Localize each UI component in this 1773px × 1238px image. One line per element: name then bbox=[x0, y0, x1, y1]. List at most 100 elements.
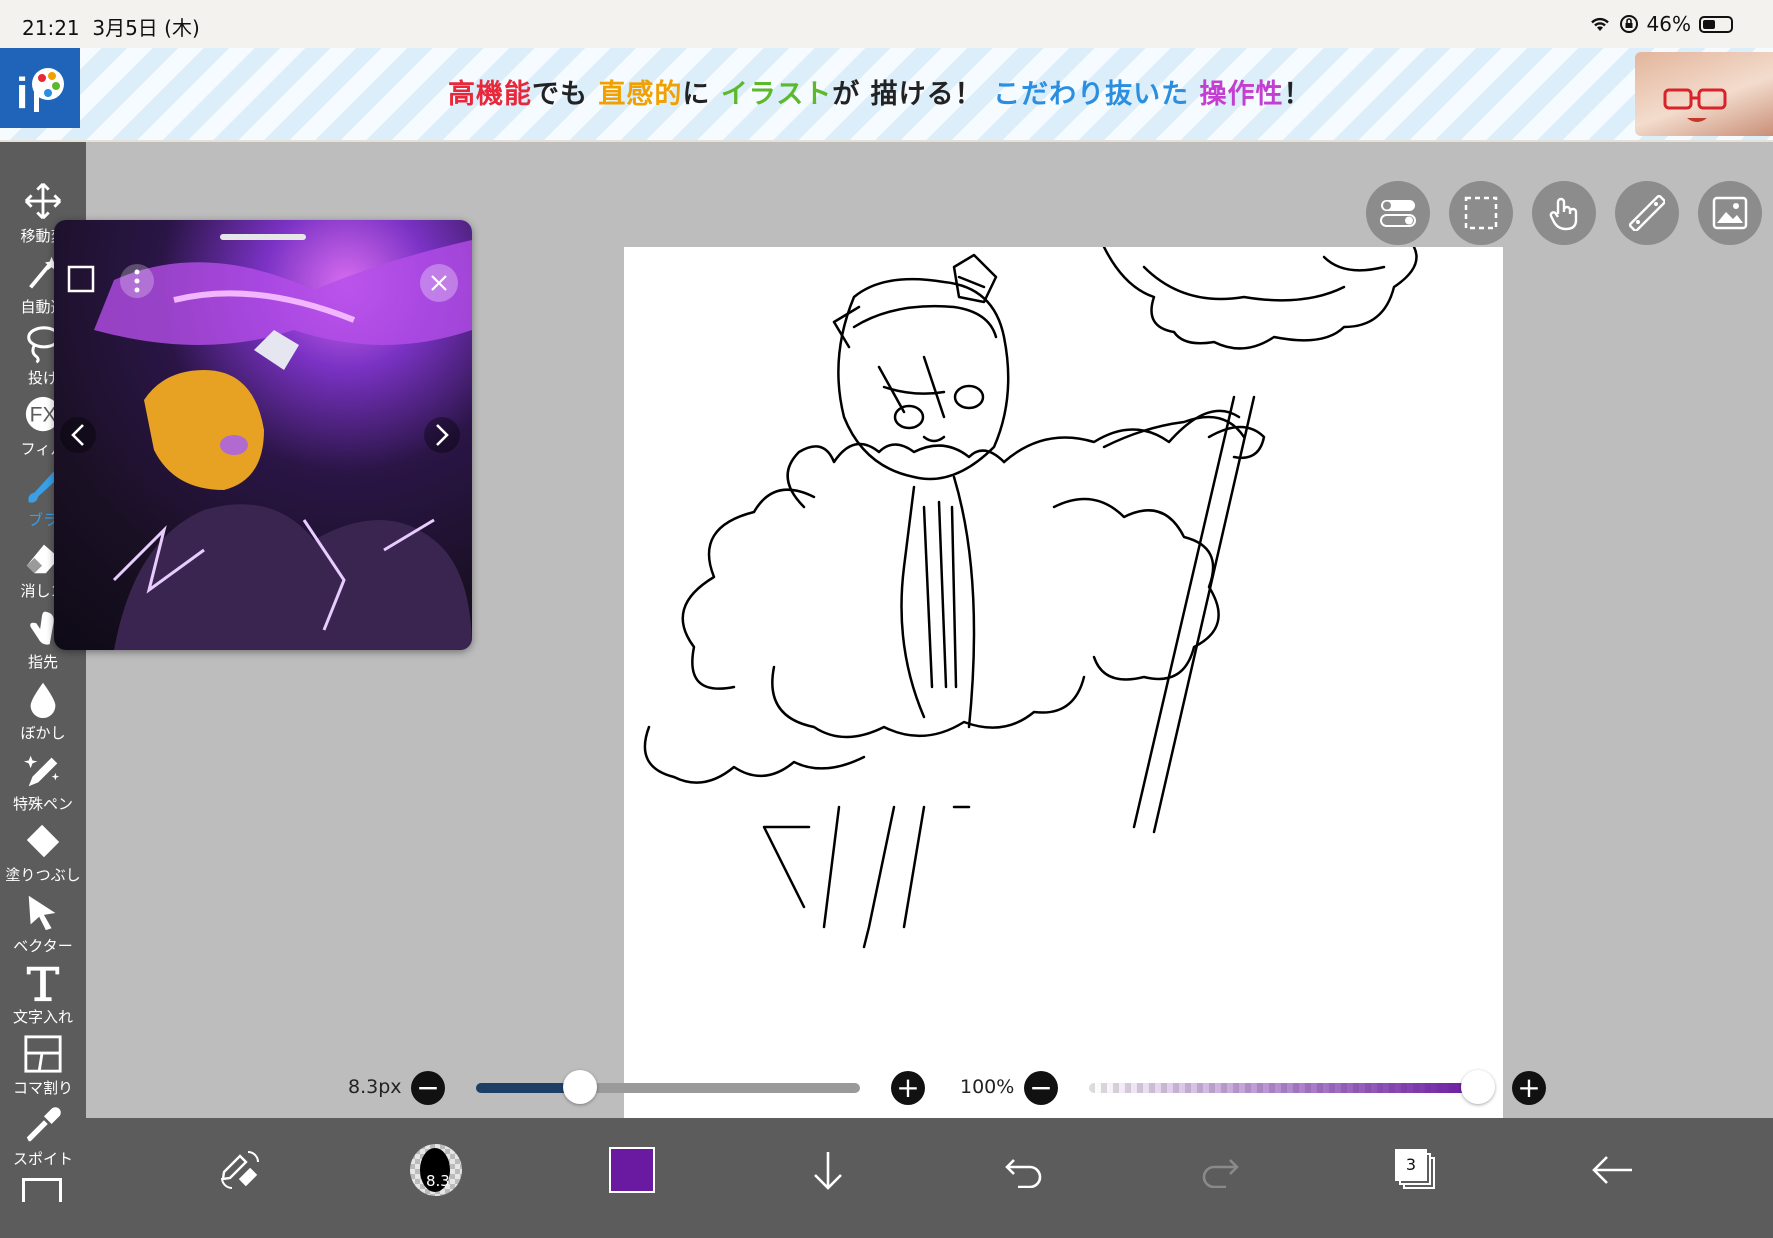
pen-eraser-swap-icon bbox=[221, 1151, 259, 1189]
tool-special-pen[interactable]: 特殊ペン bbox=[0, 748, 86, 818]
back-button[interactable] bbox=[1582, 1140, 1642, 1200]
ad-tagline: 高機能でも 直感的に イラストが 描ける！ こだわり抜いた 操作性！ bbox=[448, 72, 1312, 111]
undo-button[interactable] bbox=[994, 1140, 1054, 1200]
reference-image-button[interactable] bbox=[1698, 181, 1762, 245]
drag-handle[interactable] bbox=[220, 234, 306, 240]
selection-icon bbox=[1464, 196, 1498, 230]
ibispaint-logo: i bbox=[0, 48, 80, 128]
undo-icon bbox=[1005, 1159, 1042, 1188]
opacity-increase-button[interactable]: + bbox=[1512, 1071, 1546, 1105]
reference-window[interactable] bbox=[54, 220, 472, 650]
chevron-right-icon bbox=[436, 424, 449, 446]
brush-settings-button[interactable]: 8.3 bbox=[406, 1140, 466, 1200]
ad-tagline-segment: ！ bbox=[1283, 79, 1312, 110]
previous-image-button[interactable] bbox=[60, 417, 96, 453]
text-icon bbox=[26, 966, 60, 1002]
move-icon bbox=[24, 182, 62, 220]
bottom-toolbar: 8.3 3 bbox=[86, 1118, 1773, 1238]
minimize-button[interactable] bbox=[66, 264, 96, 294]
square-icon bbox=[67, 265, 95, 293]
tool-more-partial[interactable] bbox=[22, 1178, 62, 1202]
vertical-dots-icon bbox=[134, 269, 140, 293]
ad-tagline-segment: でも bbox=[532, 79, 599, 110]
ad-tagline-segment: が 描ける！ bbox=[832, 79, 994, 110]
status-time: 21:21 3月5日 (木) bbox=[22, 16, 200, 40]
ad-mascot-image bbox=[1635, 52, 1773, 136]
brush-size-slider[interactable] bbox=[476, 1070, 860, 1104]
tool-label: 指先 bbox=[27, 653, 58, 671]
special-pen-icon bbox=[23, 755, 60, 787]
color-button[interactable] bbox=[602, 1140, 662, 1200]
vector-arrow-icon bbox=[28, 895, 56, 931]
redo-button[interactable] bbox=[1190, 1140, 1250, 1200]
brush-slider-row: 8.3px − + 100% − + bbox=[0, 1058, 1773, 1118]
svg-text:i: i bbox=[16, 69, 28, 118]
toggle-button[interactable] bbox=[1366, 181, 1430, 245]
tool-label: スポイト bbox=[12, 1150, 73, 1168]
redo-icon bbox=[1202, 1159, 1239, 1188]
close-reference-button[interactable] bbox=[420, 264, 458, 302]
plus-icon: + bbox=[896, 1071, 920, 1104]
arrow-left-icon bbox=[1592, 1156, 1632, 1184]
minus-icon: − bbox=[416, 1071, 440, 1104]
tool-vector-arrow[interactable]: ベクター bbox=[0, 890, 86, 960]
selection-button[interactable] bbox=[1449, 181, 1513, 245]
toggle-icon bbox=[1380, 200, 1416, 227]
opacity-decrease-button[interactable]: − bbox=[1024, 1071, 1058, 1105]
svg-text:FX: FX bbox=[30, 404, 57, 427]
tool-blur-drop[interactable]: ぼかし bbox=[0, 677, 86, 747]
tool-text[interactable]: 文字入れ bbox=[0, 961, 86, 1031]
minus-icon: − bbox=[1029, 1071, 1053, 1104]
download-button[interactable] bbox=[798, 1140, 858, 1200]
opacity-value: 100% bbox=[960, 1076, 1015, 1098]
brush-preview-size-label: 8.3 bbox=[426, 1172, 450, 1190]
touch-gesture-button[interactable] bbox=[1532, 181, 1596, 245]
brush-size-value: 8.3px bbox=[348, 1076, 402, 1098]
fill-bucket-icon bbox=[26, 824, 60, 858]
next-image-button[interactable] bbox=[424, 417, 460, 453]
reference-artwork bbox=[94, 240, 472, 650]
ad-tagline-segment: 直感的 bbox=[598, 79, 683, 110]
ad-tagline-segment: 操作性 bbox=[1199, 79, 1284, 110]
status-bar: 21:21 3月5日 (木) 46% bbox=[0, 0, 1773, 48]
brush-size-slider-knob[interactable] bbox=[562, 1070, 597, 1104]
plus-icon: + bbox=[1517, 1071, 1541, 1104]
line-art-drawing bbox=[643, 245, 1418, 949]
ad-tagline-segment: イラスト bbox=[720, 79, 833, 110]
opacity-slider-knob[interactable] bbox=[1461, 1070, 1495, 1104]
status-date: 3月5日 (木) bbox=[92, 16, 200, 40]
more-options-button[interactable] bbox=[120, 264, 154, 298]
ruler-icon bbox=[1629, 195, 1665, 231]
brush-eraser-swap-button[interactable] bbox=[210, 1140, 270, 1200]
battery-icon bbox=[1699, 15, 1733, 33]
tool-fill-bucket[interactable]: 塗りつぶし bbox=[0, 819, 86, 889]
touch-gesture-icon bbox=[1549, 197, 1578, 231]
ad-banner[interactable]: i 高機能でも 直感的に イラストが 描ける！ こだわり抜いた 操作性！ bbox=[0, 48, 1773, 142]
layers-icon: 3 bbox=[1394, 1148, 1438, 1192]
tool-label: 文字入れ bbox=[12, 1008, 73, 1026]
chevron-left-icon bbox=[71, 424, 84, 446]
ruler-button[interactable] bbox=[1615, 181, 1679, 245]
tool-label: ぼかし bbox=[20, 724, 66, 742]
ad-tagline-segment: こだわり抜いた bbox=[993, 79, 1200, 110]
brush-size-decrease-button[interactable]: − bbox=[411, 1071, 445, 1105]
brush-size-increase-button[interactable]: + bbox=[891, 1071, 925, 1105]
layers-count: 3 bbox=[1395, 1149, 1427, 1181]
tool-label: ベクター bbox=[13, 937, 73, 955]
ad-tagline-segment: に bbox=[682, 79, 721, 110]
wifi-icon bbox=[1590, 17, 1609, 31]
arrow-down-icon bbox=[814, 1152, 842, 1190]
tool-label: 塗りつぶし bbox=[5, 866, 81, 884]
current-color-swatch bbox=[609, 1147, 655, 1193]
rotation-lock-icon bbox=[1619, 15, 1638, 33]
close-icon bbox=[431, 275, 447, 291]
blur-drop-icon bbox=[30, 682, 56, 719]
ad-tagline-segment: 高機能 bbox=[448, 79, 532, 110]
reference-image-icon bbox=[1712, 196, 1748, 230]
layers-button[interactable]: 3 bbox=[1386, 1140, 1446, 1200]
opacity-slider[interactable] bbox=[1089, 1070, 1495, 1104]
brush-preview-icon: 8.3 bbox=[410, 1144, 462, 1196]
drawing-canvas[interactable] bbox=[624, 245, 1503, 1120]
tool-label: 特殊ペン bbox=[12, 795, 73, 813]
battery-percent: 46% bbox=[1646, 12, 1691, 36]
